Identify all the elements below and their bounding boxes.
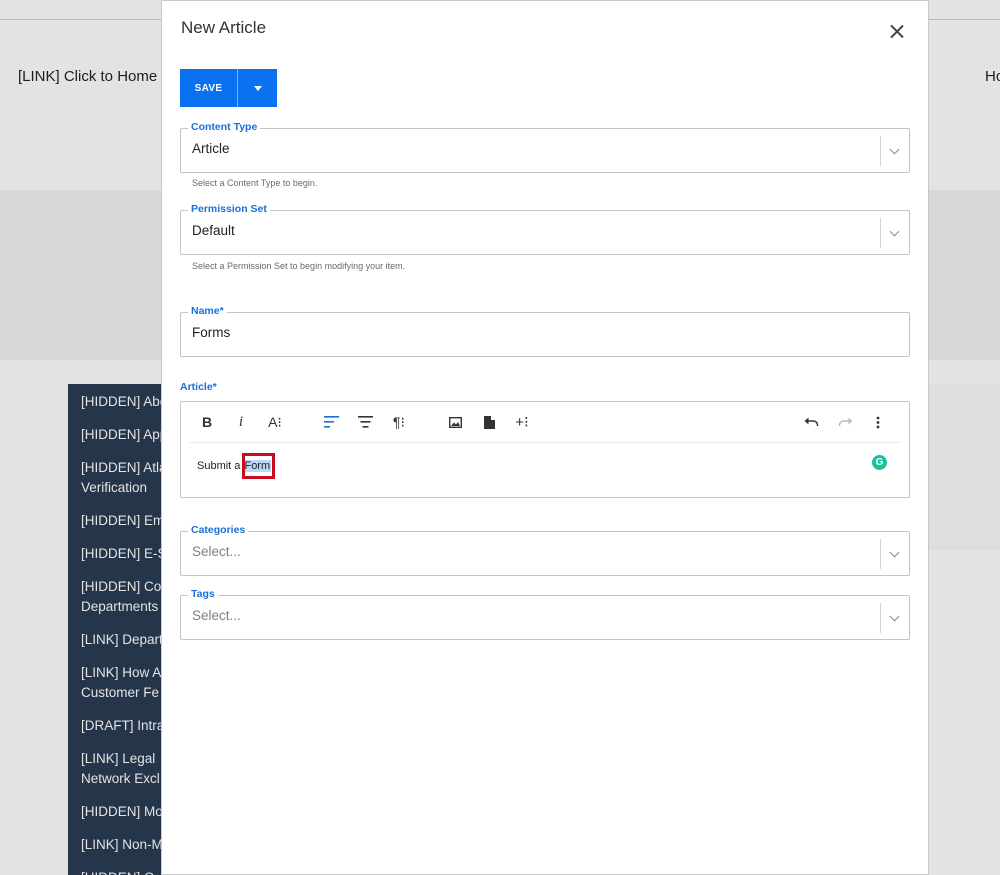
chevron-down-icon[interactable] [889,226,900,237]
article-label: Article* [180,381,217,393]
chevron-down-icon[interactable] [889,547,900,558]
close-icon[interactable] [888,23,906,41]
save-button-group: SAVE [180,69,277,107]
content-type-select[interactable]: Content Type Article [180,120,910,173]
content-type-help: Select a Content Type to begin. [192,178,318,188]
save-options-button[interactable] [237,69,277,107]
selection-highlight-box [242,453,275,479]
categories-label: Categories [188,523,249,537]
tags-placeholder: Select... [192,608,241,623]
select-separator [880,603,881,633]
chevron-down-icon[interactable] [889,611,900,622]
paragraph-format-icon[interactable]: ¶⁝ [386,410,412,434]
italic-icon[interactable]: i [228,410,254,434]
caret-down-icon [253,85,262,91]
editor-text-prefix: Submit a [197,460,244,472]
redo-icon[interactable] [832,410,858,434]
tags-select[interactable]: Tags Select... [180,587,910,640]
insert-file-icon[interactable] [476,410,502,434]
new-article-modal: New Article SAVE Content Type Article Se… [161,0,929,875]
content-type-label: Content Type [188,120,261,134]
permission-set-help: Select a Permission Set to begin modifyi… [192,261,406,271]
select-separator [880,136,881,166]
chevron-down-icon[interactable] [889,144,900,155]
categories-placeholder: Select... [192,544,241,559]
content-type-value: Article [192,141,230,156]
name-label: Name* [188,304,227,318]
align-left-icon[interactable] [318,410,344,434]
insert-more-icon[interactable]: +⁝ [509,410,535,434]
permission-set-select[interactable]: Permission Set Default [180,202,910,255]
name-value: Forms [192,325,231,340]
select-separator [880,218,881,248]
permission-set-label: Permission Set [188,202,270,216]
editor-toolbar: B i A⁝ ¶⁝ +⁝ [181,402,909,442]
insert-image-icon[interactable] [442,410,468,434]
article-editor[interactable]: B i A⁝ ¶⁝ +⁝ Submit a Form G [180,401,910,498]
toolbar-divider [189,442,901,443]
undo-icon[interactable] [798,410,824,434]
bold-icon[interactable]: B [194,410,220,434]
name-field[interactable]: Name* Forms [180,304,910,357]
more-options-icon[interactable] [865,410,891,434]
categories-select[interactable]: Categories Select... [180,523,910,576]
font-size-icon[interactable]: A⁝ [262,410,288,434]
tags-label: Tags [188,587,218,601]
select-separator [880,539,881,569]
modal-title: New Article [181,18,267,37]
permission-set-value: Default [192,223,235,238]
save-button[interactable]: SAVE [180,69,237,107]
grammarly-icon[interactable]: G [872,455,887,470]
align-center-icon[interactable] [352,410,378,434]
